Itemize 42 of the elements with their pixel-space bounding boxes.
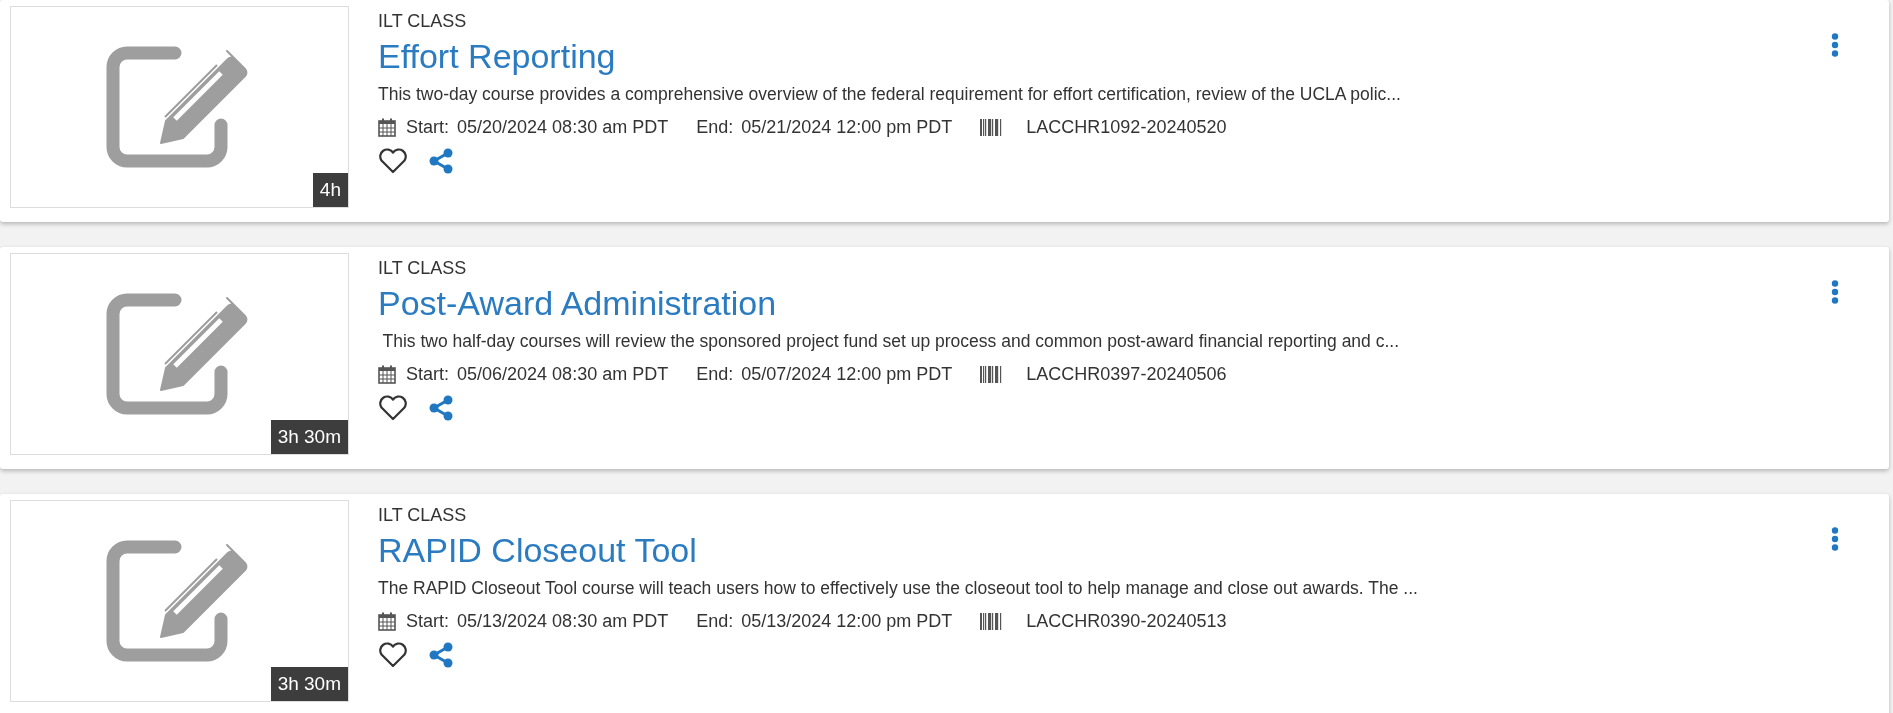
end-label: End: — [696, 610, 734, 633]
course-title-link[interactable]: RAPID Closeout Tool — [378, 528, 697, 572]
start-label: Start: — [406, 116, 449, 139]
start-label: Start: — [406, 610, 449, 633]
course-code: LACCHR0397-20240506 — [1026, 363, 1227, 386]
course-code: LACCHR1092-20240520 — [1026, 116, 1227, 139]
barcode-icon — [980, 612, 1003, 630]
duration-badge: 3h 30m — [270, 667, 348, 701]
heart-icon[interactable] — [378, 642, 408, 668]
start-date: 05/06/2024 08:30 am PDT — [457, 363, 669, 386]
course-type: ILT CLASS — [378, 504, 468, 527]
course-code: LACCHR0390-20240513 — [1026, 610, 1227, 633]
calendar-icon — [378, 611, 396, 631]
more-options-icon[interactable] — [1831, 527, 1839, 551]
calendar-icon — [378, 117, 396, 137]
barcode-icon — [980, 118, 1003, 136]
end-label: End: — [696, 116, 734, 139]
course-title-link[interactable]: Post-Award Administration — [378, 281, 777, 325]
end-date: 05/21/2024 12:00 pm PDT — [741, 116, 953, 139]
calendar-icon — [378, 364, 396, 384]
heart-icon[interactable] — [378, 148, 408, 174]
course-type: ILT CLASS — [378, 257, 468, 280]
end-date: 05/13/2024 12:00 pm PDT — [741, 610, 953, 633]
heart-icon[interactable] — [378, 395, 408, 421]
share-icon[interactable] — [428, 642, 454, 668]
start-date: 05/13/2024 08:30 am PDT — [457, 610, 669, 633]
course-description: This two half-day courses will review the sponsored project fund set up process and common post-award financial reporting and c... — [381, 330, 1400, 353]
share-icon[interactable] — [428, 148, 454, 174]
start-label: Start: — [406, 363, 449, 386]
more-options-icon[interactable] — [1831, 33, 1839, 57]
end-date: 05/07/2024 12:00 pm PDT — [741, 363, 953, 386]
end-label: End: — [696, 363, 734, 386]
duration-badge: 4h — [312, 173, 348, 207]
course-description: This two-day course provides a comprehensive overview of the federal requirement for effort certification, review of the UCLA polic... — [378, 83, 1401, 106]
course-description: The RAPID Closeout Tool course will teach users how to effectively use the closeout tool to help manage and close out awards. The ... — [378, 577, 1418, 600]
course-title-link[interactable]: Effort Reporting — [378, 34, 616, 78]
duration-badge: 3h 30m — [270, 420, 348, 454]
course-type: ILT CLASS — [378, 10, 468, 33]
barcode-icon — [980, 365, 1003, 383]
start-date: 05/20/2024 08:30 am PDT — [457, 116, 669, 139]
share-icon[interactable] — [428, 395, 454, 421]
more-options-icon[interactable] — [1831, 280, 1839, 304]
